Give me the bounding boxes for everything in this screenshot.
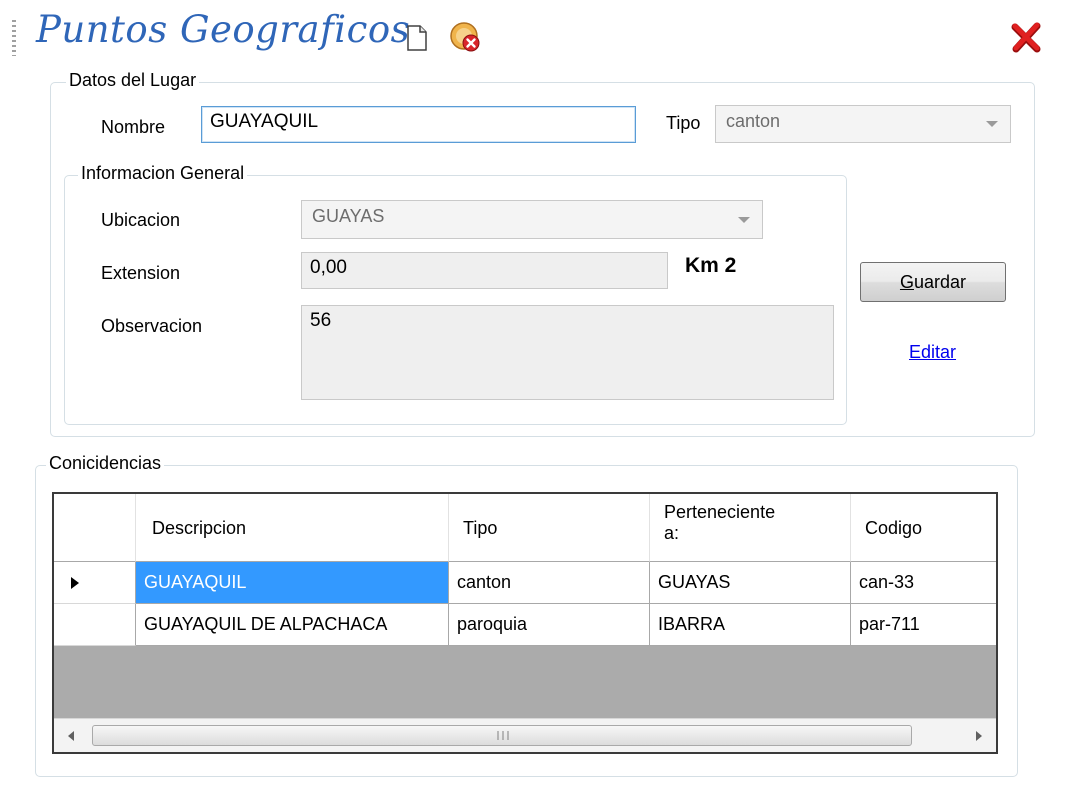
column-header-codigo[interactable]: Codigo	[851, 494, 996, 562]
toolstrip-grip-icon	[12, 20, 16, 56]
row-header[interactable]	[54, 604, 136, 646]
ubicacion-label: Ubicacion	[101, 210, 181, 230]
chevron-down-icon	[738, 216, 750, 223]
tipo-combobox-value: canton	[726, 111, 781, 131]
coincidencias-legend: Conicidencias	[46, 453, 165, 474]
coincidencias-grid[interactable]: Descripcion Tipo Perteneciente a: Codigo…	[52, 492, 998, 754]
ubicacion-combobox[interactable]: GUAYAS	[301, 200, 763, 239]
app-title: Puntos Geograficos	[36, 8, 411, 51]
tipo-label: Tipo	[666, 113, 701, 133]
table-cell-descripcion[interactable]: GUAYAQUIL DE ALPACHACA	[136, 604, 449, 646]
guardar-mnemonic: G	[899, 272, 914, 292]
scrollbar-thumb[interactable]	[92, 725, 912, 746]
column-header-label: Codigo	[865, 518, 923, 538]
close-icon[interactable]	[1008, 18, 1046, 56]
scroll-left-icon[interactable]	[66, 730, 76, 742]
table-cell-codigo[interactable]: par-711	[851, 604, 996, 646]
ubicacion-combobox-value: GUAYAS	[312, 206, 385, 226]
extension-label: Extension	[101, 263, 181, 283]
extension-field[interactable]: 0,00	[301, 252, 668, 289]
table-cell-descripcion[interactable]: GUAYAQUIL	[136, 562, 449, 604]
observacion-field[interactable]: 56	[301, 305, 834, 400]
table-cell-perteneciente[interactable]: IBARRA	[650, 604, 851, 646]
datos-del-lugar-legend: Datos del Lugar	[66, 70, 200, 91]
column-header-label: Tipo	[463, 518, 498, 538]
column-header-descripcion[interactable]: Descripcion	[136, 494, 449, 562]
nombre-input[interactable]: GUAYAQUIL	[201, 106, 636, 143]
observacion-label: Observacion	[101, 316, 203, 336]
table-cell-tipo[interactable]: canton	[449, 562, 650, 604]
table-cell-tipo[interactable]: paroquia	[449, 604, 650, 646]
editar-link[interactable]: Editar	[909, 342, 956, 363]
column-header-perteneciente[interactable]: Perteneciente a:	[650, 494, 851, 562]
scrollbar-grip-icon	[497, 731, 509, 740]
informacion-general-legend: Informacion General	[78, 163, 248, 184]
extension-unit: Km 2	[685, 254, 737, 277]
horizontal-scrollbar[interactable]	[54, 718, 996, 752]
column-header-label: Descripcion	[152, 518, 247, 538]
table-cell-codigo[interactable]: can-33	[851, 562, 996, 604]
guardar-label-rest: uardar	[913, 272, 967, 292]
row-pointer-icon	[71, 577, 79, 589]
chevron-down-icon	[986, 121, 998, 127]
tipo-combobox[interactable]: canton	[715, 105, 1011, 143]
cancel-document-icon[interactable]	[448, 20, 482, 54]
column-header-tipo[interactable]: Tipo	[449, 494, 650, 562]
new-document-icon[interactable]	[406, 25, 428, 51]
row-header[interactable]	[54, 562, 136, 604]
grid-corner-header	[54, 494, 136, 562]
column-header-label: Perteneciente a:	[664, 502, 776, 543]
nombre-label: Nombre	[101, 117, 166, 137]
scroll-right-icon[interactable]	[974, 730, 984, 742]
table-cell-perteneciente[interactable]: GUAYAS	[650, 562, 851, 604]
guardar-button[interactable]: Guardar	[860, 262, 1006, 302]
